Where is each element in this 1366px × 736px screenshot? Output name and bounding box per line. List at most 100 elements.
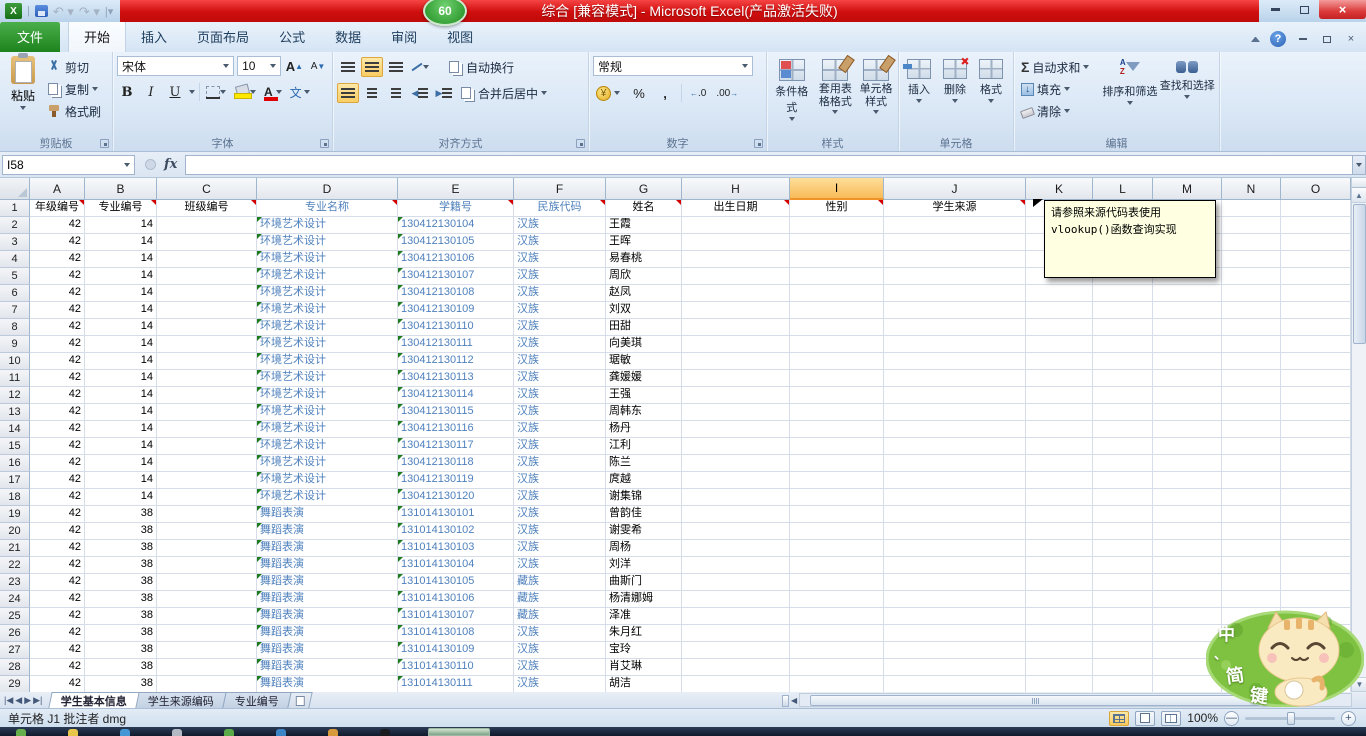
cell-L22[interactable] xyxy=(1093,557,1153,574)
cell-K19[interactable] xyxy=(1026,506,1093,523)
cell-I3[interactable] xyxy=(790,234,884,251)
zoom-in-button[interactable]: + xyxy=(1341,711,1356,726)
cell-I6[interactable] xyxy=(790,285,884,302)
align-middle-button[interactable] xyxy=(361,57,383,77)
cell-G15[interactable]: 江利 xyxy=(606,438,682,455)
cell-J21[interactable] xyxy=(884,540,1026,557)
cell-D16[interactable]: 环境艺术设计 xyxy=(257,455,398,472)
autosum-button[interactable]: Σ自动求和 xyxy=(1018,56,1100,78)
cell-F18[interactable]: 汉族 xyxy=(514,489,606,506)
cell-G28[interactable]: 肖艾琳 xyxy=(606,659,682,676)
cell-A23[interactable]: 42 xyxy=(30,574,85,591)
cell-M17[interactable] xyxy=(1153,472,1222,489)
cell-F5[interactable]: 汉族 xyxy=(514,268,606,285)
cell-B19[interactable]: 38 xyxy=(85,506,157,523)
cell-I27[interactable] xyxy=(790,642,884,659)
cell-O21[interactable] xyxy=(1281,540,1351,557)
cell-B22[interactable]: 38 xyxy=(85,557,157,574)
cell-J7[interactable] xyxy=(884,302,1026,319)
cell-G4[interactable]: 易春桃 xyxy=(606,251,682,268)
row-header-3[interactable]: 3 xyxy=(0,234,30,251)
orientation-button[interactable] xyxy=(409,57,431,77)
cell-B20[interactable]: 38 xyxy=(85,523,157,540)
cell-G20[interactable]: 谢雯希 xyxy=(606,523,682,540)
cell-J18[interactable] xyxy=(884,489,1026,506)
cut-button[interactable]: 剪切 xyxy=(44,56,104,78)
merge-center-button[interactable]: 合并后居中 xyxy=(457,82,550,104)
cell-M15[interactable] xyxy=(1153,438,1222,455)
cell-A26[interactable]: 42 xyxy=(30,625,85,642)
cell-D7[interactable]: 环境艺术设计 xyxy=(257,302,398,319)
cell-A1[interactable]: 年级编号 xyxy=(30,200,85,217)
cell-K22[interactable] xyxy=(1026,557,1093,574)
cell-H2[interactable] xyxy=(682,217,790,234)
cell-A11[interactable]: 42 xyxy=(30,370,85,387)
row-header-15[interactable]: 15 xyxy=(0,438,30,455)
cell-I28[interactable] xyxy=(790,659,884,676)
cell-I8[interactable] xyxy=(790,319,884,336)
cell-B10[interactable]: 14 xyxy=(85,353,157,370)
cell-E1[interactable]: 学籍号 xyxy=(398,200,514,217)
cell-J22[interactable] xyxy=(884,557,1026,574)
row-header-22[interactable]: 22 xyxy=(0,557,30,574)
cell-L25[interactable] xyxy=(1093,608,1153,625)
increase-decimal-button[interactable]: ←.0 xyxy=(688,83,708,103)
insert-cells-button[interactable]: 插入 xyxy=(903,56,935,134)
cell-A2[interactable]: 42 xyxy=(30,217,85,234)
cell-O11[interactable] xyxy=(1281,370,1351,387)
cell-L12[interactable] xyxy=(1093,387,1153,404)
cell-A14[interactable]: 42 xyxy=(30,421,85,438)
cell-H17[interactable] xyxy=(682,472,790,489)
cell-A5[interactable]: 42 xyxy=(30,268,85,285)
cell-G23[interactable]: 曲斯门 xyxy=(606,574,682,591)
cell-F1[interactable]: 民族代码 xyxy=(514,200,606,217)
cell-I19[interactable] xyxy=(790,506,884,523)
taskbar-icon[interactable] xyxy=(16,729,26,736)
cell-C22[interactable] xyxy=(157,557,257,574)
cell-E25[interactable]: 131014130107 xyxy=(398,608,514,625)
cell-K15[interactable] xyxy=(1026,438,1093,455)
taskbar-icon[interactable] xyxy=(380,729,390,736)
cell-J27[interactable] xyxy=(884,642,1026,659)
cell-K17[interactable] xyxy=(1026,472,1093,489)
cell-K14[interactable] xyxy=(1026,421,1093,438)
cell-H18[interactable] xyxy=(682,489,790,506)
cell-K29[interactable] xyxy=(1026,676,1093,692)
cell-M24[interactable] xyxy=(1153,591,1222,608)
sheet-tab-学生基本信息[interactable]: 学生基本信息 xyxy=(49,692,140,708)
row-header-13[interactable]: 13 xyxy=(0,404,30,421)
cell-E29[interactable]: 131014130111 xyxy=(398,676,514,692)
cell-N5[interactable] xyxy=(1222,268,1281,285)
cell-A25[interactable]: 42 xyxy=(30,608,85,625)
cell-C26[interactable] xyxy=(157,625,257,642)
bold-button[interactable]: B xyxy=(117,82,137,102)
cell-N10[interactable] xyxy=(1222,353,1281,370)
cell-E13[interactable]: 130412130115 xyxy=(398,404,514,421)
row-header-11[interactable]: 11 xyxy=(0,370,30,387)
cell-O10[interactable] xyxy=(1281,353,1351,370)
ribbon-tab-insert[interactable]: 插入 xyxy=(126,22,182,52)
cell-O14[interactable] xyxy=(1281,421,1351,438)
cell-G7[interactable]: 刘双 xyxy=(606,302,682,319)
cell-B3[interactable]: 14 xyxy=(85,234,157,251)
cell-I14[interactable] xyxy=(790,421,884,438)
ribbon-tab-formulas[interactable]: 公式 xyxy=(264,22,320,52)
cell-F7[interactable]: 汉族 xyxy=(514,302,606,319)
zoom-slider[interactable] xyxy=(1245,717,1335,720)
split-handle[interactable] xyxy=(1352,178,1366,188)
wrap-text-button[interactable]: 自动换行 xyxy=(445,56,517,78)
cell-O1[interactable] xyxy=(1281,200,1351,217)
column-header-N[interactable]: N xyxy=(1222,178,1281,200)
cell-A6[interactable]: 42 xyxy=(30,285,85,302)
cell-L6[interactable] xyxy=(1093,285,1153,302)
cell-N20[interactable] xyxy=(1222,523,1281,540)
cell-F11[interactable]: 汉族 xyxy=(514,370,606,387)
save-icon[interactable] xyxy=(35,5,48,17)
cell-D24[interactable]: 舞蹈表演 xyxy=(257,591,398,608)
cell-G25[interactable]: 泽准 xyxy=(606,608,682,625)
align-right-button[interactable] xyxy=(385,83,407,103)
sheet-tab-学生来源编码[interactable]: 学生来源编码 xyxy=(136,692,227,708)
cell-D10[interactable]: 环境艺术设计 xyxy=(257,353,398,370)
cell-L24[interactable] xyxy=(1093,591,1153,608)
column-header-H[interactable]: H xyxy=(682,178,790,200)
